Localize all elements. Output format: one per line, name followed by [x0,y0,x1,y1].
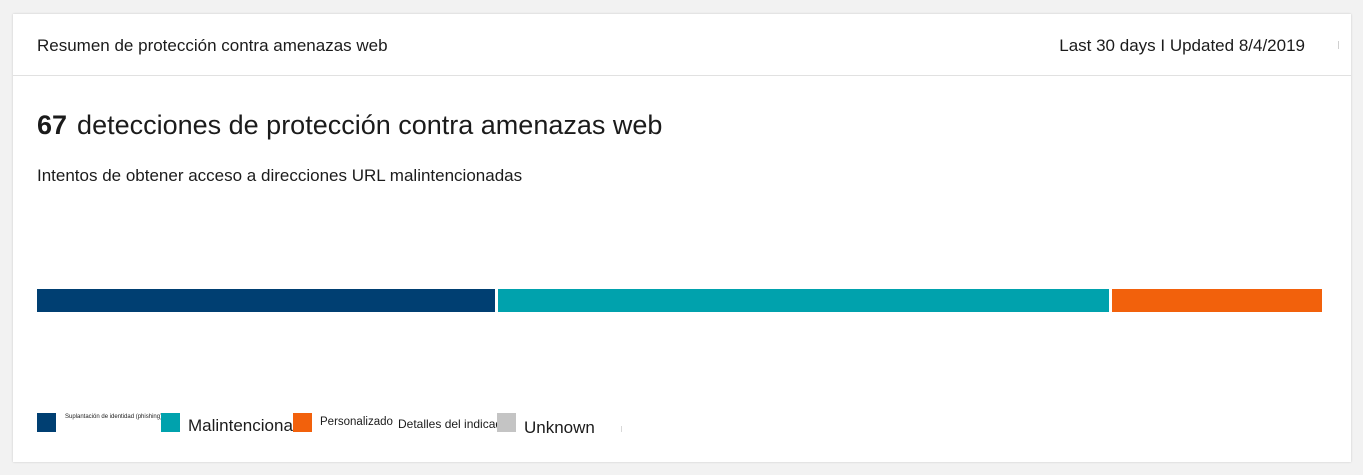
bar-segment-malicious[interactable] [498,289,1109,312]
header-divider [1338,41,1339,49]
bar-segment-custom[interactable] [1112,289,1322,312]
stacked-bar-chart [37,289,1322,312]
card-header: Resumen de protección contra amenazas we… [13,14,1351,76]
web-threat-protection-card: Resumen de protección contra amenazas we… [13,14,1351,462]
card-title: Resumen de protección contra amenazas we… [37,36,388,55]
legend-swatch-unknown [497,413,516,432]
chart-legend: Suplantación de identidad (phishing) Mal… [37,412,737,442]
detection-count: 67 [37,110,68,140]
legend-label-unknown[interactable]: Unknown [524,418,595,438]
detections-headline: 67 detecciones de protección contra amena… [37,108,662,142]
legend-swatch-malicious [161,413,180,432]
date-range-updated: Last 30 days I Updated 8/4/2019 [1059,36,1305,55]
detections-label: detecciones de protección contra amenaza… [77,110,663,140]
detections-subtitle: Intentos de obtener acceso a direcciones… [37,166,523,185]
legend-label-indicator-details[interactable]: Detalles del indicador [398,417,513,431]
bar-segment-phishing[interactable] [37,289,496,312]
legend-swatch-custom [293,413,312,432]
legend-label-custom[interactable]: Personalizado [320,416,393,428]
legend-label-phishing[interactable]: Suplantación de identidad (phishing) [65,414,162,420]
legend-divider [621,426,622,432]
legend-swatch-phishing [37,413,56,432]
